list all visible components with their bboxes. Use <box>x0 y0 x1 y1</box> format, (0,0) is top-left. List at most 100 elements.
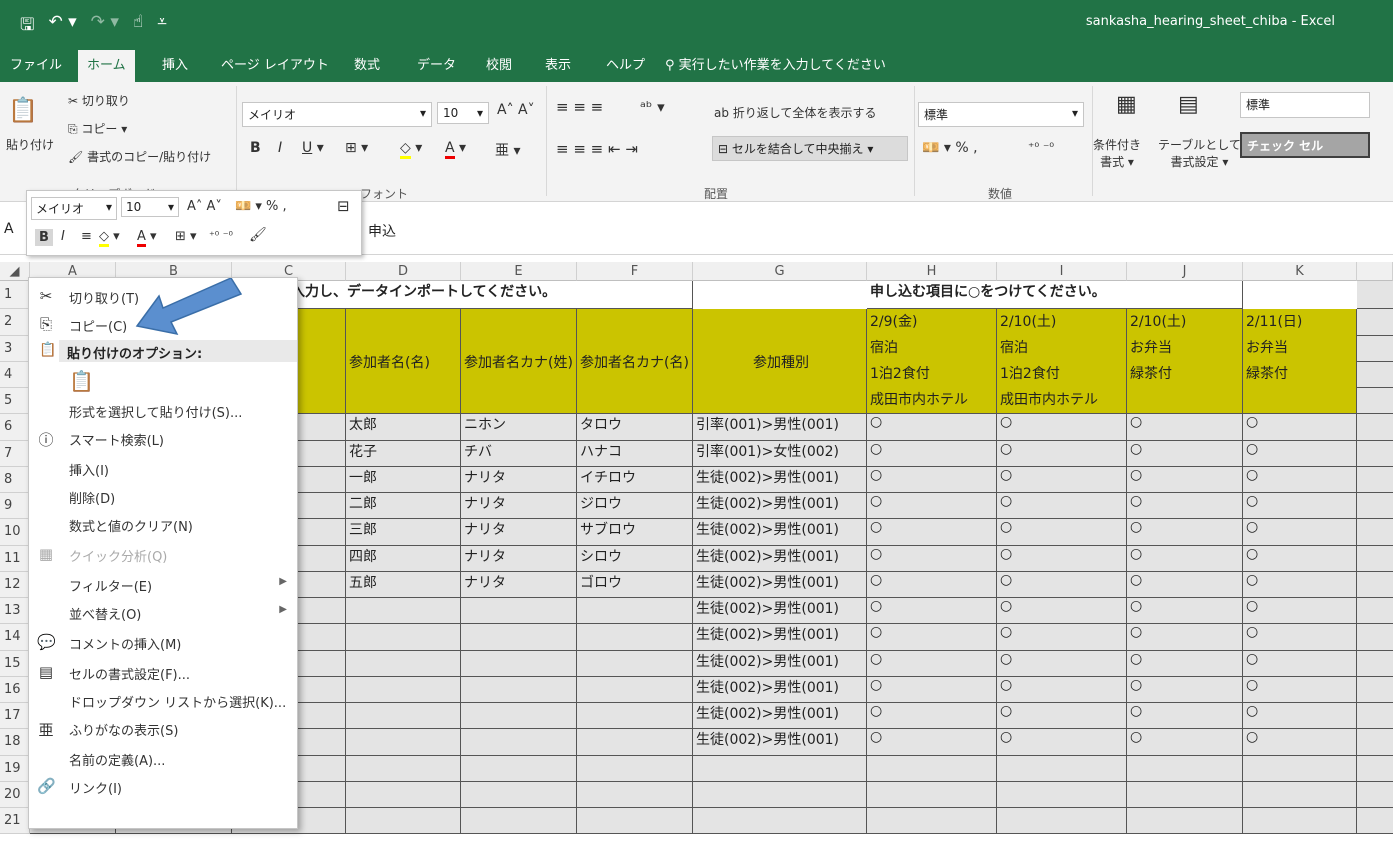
cell-j[interactable]: ○ <box>1127 729 1243 756</box>
cell-extra[interactable] <box>1357 493 1393 520</box>
row-header[interactable]: 11 <box>0 545 30 572</box>
header-cell-d[interactable]: 参加者名(名) <box>346 309 461 415</box>
mini-border-icon[interactable]: ⊞ ▾ <box>175 229 197 244</box>
cell-d[interactable]: 五郎 <box>346 571 461 598</box>
mini-decimal-icon[interactable]: ⁺⁰ ⁻⁰ <box>209 229 233 242</box>
cell-h[interactable]: ○ <box>867 571 997 598</box>
table-format-button[interactable]: テーブルとして 書式設定 ▾ <box>1158 136 1241 170</box>
cell-e[interactable] <box>461 808 577 834</box>
cell-k[interactable]: ○ <box>1243 519 1357 546</box>
cell-h[interactable]: ○ <box>867 598 997 625</box>
context-menu-item[interactable]: ⓘ スマート検索(L) <box>29 424 297 452</box>
cell-g[interactable]: 生徒(002)>男性(001) <box>693 650 867 677</box>
cell-extra[interactable] <box>1357 729 1393 756</box>
cell-h[interactable]: ○ <box>867 519 997 546</box>
row-header[interactable]: 12 <box>0 571 30 598</box>
mini-font-size[interactable]: 10 ▾ <box>121 197 179 217</box>
cell-k[interactable] <box>1243 755 1357 782</box>
select-all-corner[interactable]: ◢ <box>0 262 30 281</box>
cell-j[interactable]: ○ <box>1127 414 1243 441</box>
cell-extra[interactable] <box>1357 281 1393 310</box>
cell-f[interactable] <box>577 624 693 651</box>
cell-e[interactable] <box>461 703 577 730</box>
cell-e[interactable] <box>461 781 577 808</box>
row-header[interactable]: 19 <box>0 755 30 782</box>
cell-g[interactable]: 生徒(002)>男性(001) <box>693 676 867 703</box>
cell-d[interactable] <box>346 598 461 625</box>
number-format-select[interactable]: 標準 ▾ <box>918 102 1084 127</box>
cell-e[interactable] <box>461 650 577 677</box>
row-header[interactable]: 21 <box>0 808 30 834</box>
cell-g[interactable]: 生徒(002)>男性(001) <box>693 703 867 730</box>
col-header-j[interactable]: J <box>1127 262 1243 281</box>
cell-f[interactable] <box>577 650 693 677</box>
header-cell-j[interactable]: 2/10(土) お弁当 緑茶付 <box>1127 309 1243 415</box>
context-menu-item[interactable]: 名前の定義(A)... <box>29 744 297 772</box>
tab-view[interactable]: 表示 <box>545 54 571 73</box>
context-menu-item[interactable]: 🔗 リンク(I) <box>29 772 297 800</box>
style-normal[interactable]: 標準 <box>1240 92 1370 118</box>
cell-f[interactable]: タロウ <box>577 414 693 441</box>
context-menu-item[interactable]: 亜ふりがなの表示(S) <box>29 714 297 742</box>
cell-e[interactable] <box>461 729 577 756</box>
row-header[interactable]: 9 <box>0 493 30 520</box>
row-header[interactable]: 18 <box>0 729 30 756</box>
cell-h[interactable]: ○ <box>867 545 997 572</box>
context-menu-item[interactable]: 形式を選択して貼り付け(S)... <box>29 396 297 424</box>
row-header[interactable]: 4 <box>0 361 30 388</box>
cell-g[interactable]: 生徒(002)>男性(001) <box>693 519 867 546</box>
header-cell-i[interactable]: 2/10(土) 宿泊 1泊2食付 成田市内ホテル <box>997 309 1127 415</box>
context-menu-item[interactable]: 並べ替え(O) ▶ <box>29 598 297 626</box>
col-header-d[interactable]: D <box>346 262 461 281</box>
cell-extra[interactable] <box>1357 466 1393 493</box>
cell-i[interactable]: ○ <box>997 493 1127 520</box>
italic-icon[interactable]: I <box>278 140 282 156</box>
cell-g[interactable]: 生徒(002)>男性(001) <box>693 466 867 493</box>
mini-grow-font-icon[interactable]: A˄ A˅ <box>187 199 222 214</box>
cell-j[interactable]: ○ <box>1127 624 1243 651</box>
cell-i[interactable]: ○ <box>997 466 1127 493</box>
cell-j[interactable] <box>1127 808 1243 834</box>
cell-j[interactable] <box>1127 755 1243 782</box>
cell-j[interactable]: ○ <box>1127 440 1243 467</box>
align-left-icon[interactable]: ≡ ≡ ≡ ⇤ ⇥ <box>556 140 638 158</box>
cell-k[interactable]: ○ <box>1243 493 1357 520</box>
row-header[interactable]: 16 <box>0 676 30 703</box>
cell-k[interactable]: ○ <box>1243 703 1357 730</box>
col-header-i[interactable]: I <box>997 262 1127 281</box>
cell-g[interactable] <box>693 808 867 834</box>
tab-home[interactable]: ホーム <box>78 50 135 82</box>
cell-k[interactable]: ○ <box>1243 650 1357 677</box>
cell-extra[interactable] <box>1357 624 1393 651</box>
cell-g[interactable]: 生徒(002)>男性(001) <box>693 729 867 756</box>
cell-i[interactable]: ○ <box>997 703 1127 730</box>
cell-h1-row1-right[interactable]: 申し込む項目に○をつけてください。 <box>867 281 1243 310</box>
save-icon[interactable]: 🖫 <box>20 12 34 41</box>
tab-page-layout[interactable]: ページ レイアウト <box>221 54 329 73</box>
cell-h[interactable] <box>867 755 997 782</box>
cell-d[interactable] <box>346 729 461 756</box>
cell-f[interactable] <box>577 729 693 756</box>
cell-j[interactable]: ○ <box>1127 571 1243 598</box>
cell-e[interactable]: ナリタ <box>461 493 577 520</box>
name-box[interactable]: A <box>4 221 14 237</box>
cell-g[interactable] <box>693 781 867 808</box>
context-menu-item[interactable]: 挿入(I) <box>29 454 297 482</box>
tab-formulas[interactable]: 数式 <box>354 54 380 73</box>
cell-d[interactable] <box>346 781 461 808</box>
mini-font-color-icon[interactable]: A ▾ <box>137 229 157 247</box>
cell-i[interactable]: ○ <box>997 598 1127 625</box>
cell-extra[interactable] <box>1357 650 1393 677</box>
cell-h[interactable] <box>867 781 997 808</box>
cell-i[interactable]: ○ <box>997 414 1127 441</box>
conditional-format-button[interactable]: 条件付き 書式 ▾ <box>1093 136 1141 170</box>
cell-k[interactable]: ○ <box>1243 729 1357 756</box>
cell-f[interactable] <box>577 808 693 834</box>
fill-color-icon[interactable]: ◇ ▾ <box>400 140 422 159</box>
col-header-h[interactable]: H <box>867 262 997 281</box>
cell-extra[interactable] <box>1357 388 1393 415</box>
cell-k[interactable]: ○ <box>1243 571 1357 598</box>
paste-icon[interactable]: 📋 <box>8 96 38 124</box>
cell-g[interactable]: 引率(001)>男性(001) <box>693 414 867 441</box>
cell-h[interactable]: ○ <box>867 729 997 756</box>
